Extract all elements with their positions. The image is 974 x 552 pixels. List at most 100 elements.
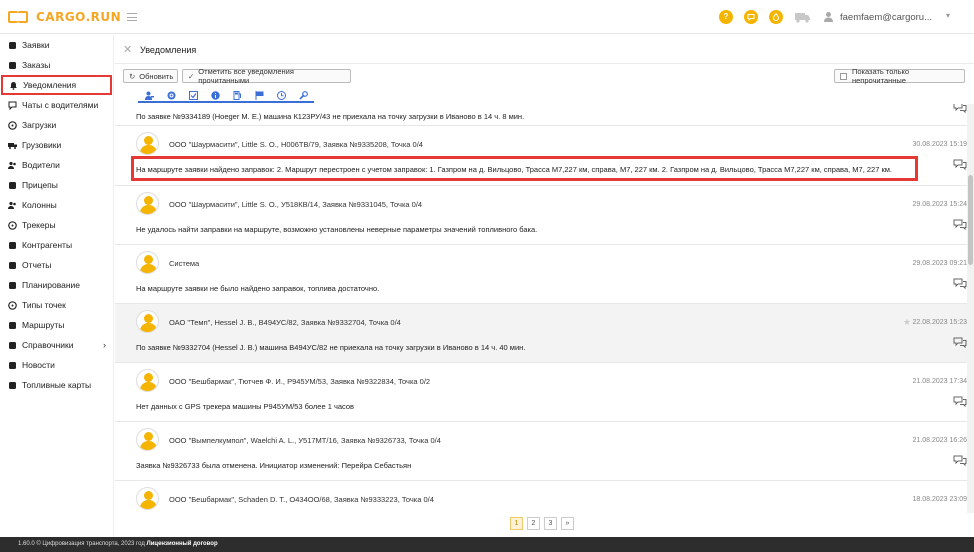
star-icon[interactable]: ★ [903, 317, 911, 328]
page-button[interactable]: 1 [510, 517, 523, 530]
sidebar-item-8[interactable]: Колонны [0, 195, 114, 215]
page-button[interactable]: 3 [544, 517, 557, 530]
sidebar-item-label: Прицепы [22, 180, 58, 190]
highlight-annotation [131, 156, 918, 181]
notification-row[interactable]: По заявке №9334189 (Hoeger M. E.) машина… [115, 104, 967, 126]
reply-chat-icon[interactable] [953, 396, 967, 408]
notification-row[interactable]: ООО "Бешбармак", Тютчев Ф. И., Р945УМ/53… [115, 363, 967, 422]
sidebar-item-label: Заявки [22, 40, 50, 50]
notification-row[interactable]: ООО "Бешбармак", Schaden D. T., О434ОО/6… [115, 481, 967, 513]
truck-icon[interactable] [795, 12, 811, 26]
avatar [136, 251, 159, 274]
flag-icon[interactable] [248, 89, 270, 103]
logo[interactable]: CARGO.RUN [8, 10, 121, 24]
user-icon[interactable] [823, 11, 834, 22]
page-title: Уведомления [140, 45, 197, 55]
notification-row[interactable]: ОАО "Темп", Hessel J. B., В494УС/82, Зая… [115, 304, 967, 363]
sidebar-item-label: Трекеры [22, 220, 56, 230]
user-name[interactable]: faemfaem@cargoru... [840, 12, 932, 23]
notification-sender: ООО "Бешбармак", Тютчев Ф. И., Р945УМ/53… [169, 377, 431, 386]
chat-icon[interactable] [744, 10, 758, 24]
scrollbar-thumb[interactable] [968, 175, 973, 265]
sidebar-item-12[interactable]: Планирование [0, 275, 114, 295]
driver-icon[interactable] [138, 89, 160, 103]
clock-icon[interactable] [270, 89, 292, 103]
group-icon [8, 201, 17, 210]
sidebar-item-7[interactable]: Прицепы [0, 175, 114, 195]
sidebar-item-label: Топливные карты [22, 380, 92, 390]
notification-date: 22.08.2023 15:23 [912, 319, 968, 326]
info-icon[interactable] [204, 89, 226, 103]
notification-sender: ООО "Вымпелкумпол", Waelchi A. L., У517М… [169, 436, 441, 445]
notification-message: По заявке №9334189 (Hoeger M. E.) машина… [136, 112, 525, 121]
sidebar-item-1[interactable]: Заказы [0, 55, 114, 75]
sidebar-item-11[interactable]: Отчеты [0, 255, 114, 275]
notification-message: Не удалось найти заправки на маршруте, в… [136, 225, 538, 234]
reply-chat-icon[interactable] [953, 104, 967, 114]
notification-sender: ООО "Шаурмасити", Little S. O., Н006ТВ/7… [169, 140, 423, 149]
sidebar-item-10[interactable]: Контрагенты [0, 235, 114, 255]
fuel-icon[interactable] [769, 10, 783, 24]
avatar [136, 369, 159, 392]
sidebar-item-16[interactable]: Новости [0, 355, 114, 375]
sidebar-item-4[interactable]: Загрузки [0, 115, 114, 135]
unread-only-checkbox[interactable] [840, 72, 847, 80]
checklist-icon[interactable] [182, 89, 204, 103]
notification-sender: ООО "Шаурмасити", Little S. O., У518КВ/1… [169, 200, 423, 209]
people-icon [8, 161, 17, 170]
sidebar-item-5[interactable]: Грузовики [0, 135, 114, 155]
unread-only-toggle[interactable]: Показать только непрочитанные [834, 67, 965, 85]
document-icon [8, 61, 17, 70]
refresh-button[interactable]: ↻ Обновить [123, 69, 178, 83]
sidebar-item-2[interactable]: Уведомления [1, 75, 112, 95]
notification-row[interactable]: ООО "Вымпелкумпол", Waelchi A. L., У517М… [115, 422, 967, 481]
menu-toggle-icon[interactable] [127, 13, 137, 21]
page-button[interactable]: 2 [527, 517, 540, 530]
fuel-pump-icon[interactable] [226, 89, 248, 103]
clock-icon [8, 120, 17, 130]
reply-chat-icon[interactable] [953, 455, 967, 467]
scrollbar-track[interactable] [967, 104, 974, 513]
close-icon[interactable]: ✕ [123, 43, 132, 56]
sidebar-item-0[interactable]: Заявки [0, 35, 114, 55]
calendar-icon [8, 281, 17, 290]
notification-row[interactable]: Система 29.08.2023 09:21 На маршруте заявк… [115, 245, 967, 304]
sidebar-item-13[interactable]: Типы точек [0, 295, 114, 315]
sidebar-item-15[interactable]: Справочники › [0, 335, 114, 355]
notification-message: Нет данных с GPS трекера машины Р945УМ/5… [136, 402, 355, 411]
book-icon [8, 341, 17, 350]
notification-date: 21.08.2023 17:34 [912, 378, 968, 385]
notification-sender: ОАО "Темп", Hessel J. B., В494УС/82, Зая… [169, 318, 401, 327]
reply-chat-icon[interactable] [953, 337, 967, 349]
notification-sender: ООО "Бешбармак", Schaden D. T., О434ОО/6… [169, 495, 434, 504]
sidebar-item-label: Чаты с водителями [22, 100, 99, 110]
sidebar-item-label: Грузовики [22, 140, 62, 150]
notification-row[interactable]: ООО "Шаурмасити", Little S. O., У518КВ/1… [115, 186, 967, 245]
sidebar-item-6[interactable]: Водители [0, 155, 114, 175]
content-header [115, 35, 974, 64]
help-icon[interactable]: ? [719, 10, 733, 24]
notification-date: 29.08.2023 15:24 [912, 201, 968, 208]
mark-all-read-button[interactable]: ✓ Отметить все уведомления прочитанными [182, 67, 351, 85]
chevron-down-icon[interactable]: ▾ [946, 11, 950, 20]
news-icon [8, 361, 17, 370]
reply-chat-icon[interactable] [953, 219, 967, 231]
license-link[interactable]: Лицензионный договор [147, 541, 218, 547]
next-page-button[interactable]: » [561, 517, 574, 530]
check-icon: ✓ [188, 71, 195, 81]
avatar [136, 132, 159, 155]
gear-icon[interactable] [160, 89, 182, 103]
avatar [136, 428, 159, 451]
pagination: 1 2 3 » [510, 517, 578, 530]
notification-date: 18.08.2023 23:09 [912, 496, 968, 503]
chevron-right-icon[interactable]: › [103, 340, 106, 350]
sidebar-item-17[interactable]: Топливные карты [0, 375, 114, 395]
reply-chat-icon[interactable] [953, 159, 967, 171]
sidebar-item-14[interactable]: Маршруты [0, 315, 114, 335]
refresh-label: Обновить [139, 71, 174, 81]
sidebar-item-3[interactable]: Чаты с водителями [0, 95, 114, 115]
reply-chat-icon[interactable] [953, 278, 967, 290]
sidebar-item-label: Планирование [22, 280, 81, 290]
wrench-icon[interactable] [292, 89, 314, 103]
sidebar-item-9[interactable]: Трекеры [0, 215, 114, 235]
